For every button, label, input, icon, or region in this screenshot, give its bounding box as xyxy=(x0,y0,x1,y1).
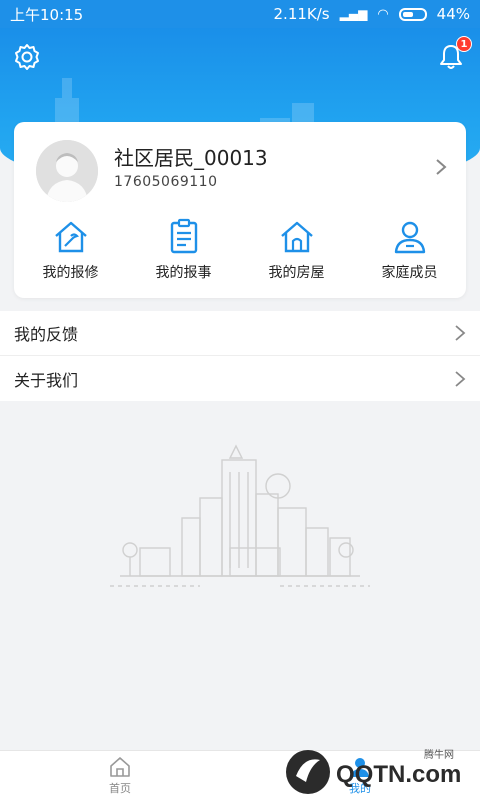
watermark-text: QQTN.com xyxy=(336,761,461,788)
status-bar: 上午10:15 2.11K/s ▂▄▆ ◠ 44% xyxy=(0,0,480,28)
settings-list: 我的反馈 关于我们 xyxy=(0,311,480,401)
chevron-right-icon xyxy=(455,370,466,387)
house-icon xyxy=(280,221,313,253)
watermark-sub: 腾牛网 xyxy=(424,748,454,761)
house-repair-icon xyxy=(54,221,87,253)
qqtn-watermark-logo: QQTN.com 腾牛网 xyxy=(286,748,461,794)
menu-item-feedback[interactable]: 我的反馈 xyxy=(0,311,480,356)
profile-card: 社区居民_00013 17605069110 我的报修 我的报事 我的房屋 家庭… xyxy=(14,122,466,298)
city-illustration xyxy=(110,444,370,587)
user-name: 社区居民_00013 xyxy=(114,146,268,170)
quick-my-repairs[interactable]: 我的报修 xyxy=(14,218,127,282)
notification-badge: 1 xyxy=(456,36,472,52)
signal-icon: ▂▄▆ xyxy=(339,7,368,21)
wifi-icon: ◠ xyxy=(377,6,389,22)
battery-icon xyxy=(398,7,427,21)
tab-home-label: 首页 xyxy=(109,781,131,795)
avatar[interactable] xyxy=(36,140,98,202)
quick-actions: 我的报修 我的报事 我的房屋 家庭成员 xyxy=(14,218,466,282)
user-phone: 17605069110 xyxy=(114,174,218,190)
status-indicators: 2.11K/s ▂▄▆ ◠ 44% xyxy=(274,5,470,23)
quick-my-reports-label: 我的报事 xyxy=(155,265,212,281)
quick-my-houses[interactable]: 我的房屋 xyxy=(240,218,353,282)
battery-level: 44% xyxy=(436,5,470,23)
chevron-right-icon xyxy=(455,325,466,341)
menu-item-label: 关于我们 xyxy=(14,370,79,390)
home-icon xyxy=(110,756,130,777)
status-time: 上午10:15 xyxy=(10,5,84,24)
menu-item-about[interactable]: 关于我们 xyxy=(0,356,480,401)
clipboard-icon xyxy=(170,218,197,254)
settings-gear-icon[interactable] xyxy=(12,42,42,72)
person-icon xyxy=(394,221,425,254)
quick-family-members-label: 家庭成员 xyxy=(381,265,438,281)
net-speed: 2.11K/s xyxy=(273,5,330,23)
quick-family-members[interactable]: 家庭成员 xyxy=(353,218,466,282)
default-avatar-icon xyxy=(36,140,98,202)
profile-chevron-right-icon[interactable] xyxy=(434,158,448,176)
quick-my-repairs-label: 我的报修 xyxy=(42,265,99,281)
quick-my-reports[interactable]: 我的报事 xyxy=(127,218,240,282)
quick-my-houses-label: 我的房屋 xyxy=(268,265,325,281)
tab-home[interactable]: 首页 xyxy=(0,751,240,800)
menu-item-label: 我的反馈 xyxy=(14,325,79,344)
